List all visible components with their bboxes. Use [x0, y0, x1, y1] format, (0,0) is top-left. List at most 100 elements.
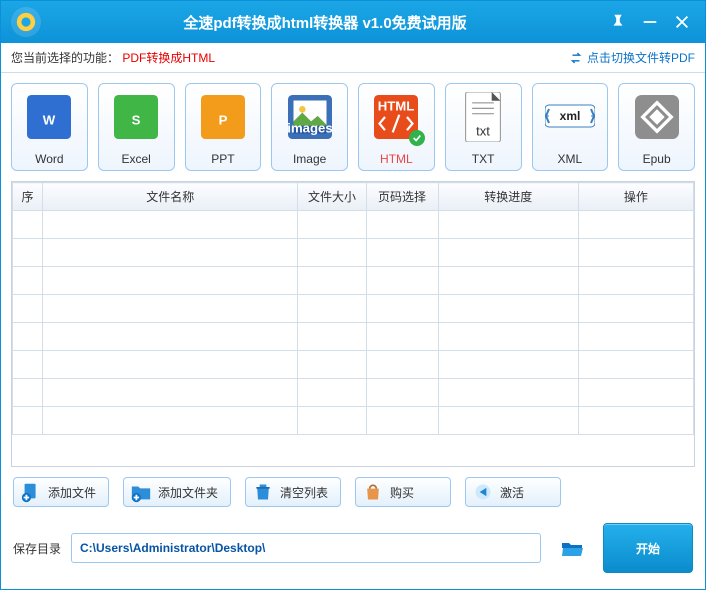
table-cell [13, 267, 43, 295]
svg-text:txt: txt [476, 123, 490, 138]
table-cell [438, 379, 578, 407]
table-cell [13, 295, 43, 323]
buy-label: 购买 [390, 484, 414, 501]
table-cell [366, 323, 438, 351]
table-cell [578, 351, 693, 379]
table-cell [298, 239, 366, 267]
format-tile-txt[interactable]: txt TXT [445, 83, 522, 171]
switch-mode-label: 点击切换文件转PDF [587, 49, 695, 66]
table-cell [298, 407, 366, 435]
table-cell [13, 211, 43, 239]
table-cell [578, 295, 693, 323]
save-path-value: C:\Users\Administrator\Desktop\ [80, 541, 265, 555]
table-cell [438, 211, 578, 239]
add-folder-label: 添加文件夹 [158, 484, 218, 501]
table-cell [578, 267, 693, 295]
excel-icon: S [109, 90, 163, 144]
table-cell [438, 351, 578, 379]
col-header: 操作 [578, 183, 693, 211]
table-cell [438, 267, 578, 295]
close-icon[interactable] [673, 13, 691, 31]
format-tile-excel[interactable]: S Excel [98, 83, 175, 171]
table-cell [578, 379, 693, 407]
activate-label: 激活 [500, 484, 524, 501]
table-cell [366, 267, 438, 295]
table-cell [43, 211, 298, 239]
current-function: 您当前选择的功能： PDF转换成HTML [11, 49, 215, 66]
minimize-icon[interactable] [641, 13, 659, 31]
table-cell [298, 267, 366, 295]
col-header: 文件大小 [298, 183, 366, 211]
clear-list-button[interactable]: 清空列表 [245, 477, 341, 507]
table-cell [13, 323, 43, 351]
table-cell [366, 351, 438, 379]
col-header: 文件名称 [43, 183, 298, 211]
table-row [13, 295, 694, 323]
table-cell [43, 295, 298, 323]
add-folder-icon [130, 481, 152, 503]
window-title: 全速pdf转换成html转换器 v1.0免费试用版 [41, 12, 609, 33]
format-label: HTML [380, 152, 413, 166]
add-file-button[interactable]: 添加文件 [13, 477, 109, 507]
trash-icon [252, 481, 274, 503]
table-cell [13, 239, 43, 267]
start-button[interactable]: 开始 [603, 523, 693, 573]
col-header: 序 [13, 183, 43, 211]
table-cell [43, 267, 298, 295]
svg-text:xml: xml [560, 109, 581, 123]
add-file-icon [20, 481, 42, 503]
format-tile-epub[interactable]: Epub [618, 83, 695, 171]
format-tile-html[interactable]: HTML HTML [358, 83, 435, 171]
svg-text:S: S [132, 113, 141, 128]
format-label: PPT [211, 152, 234, 166]
table-cell [13, 407, 43, 435]
table-cell [298, 351, 366, 379]
table-cell [438, 323, 578, 351]
svg-text:HTML: HTML [378, 98, 415, 113]
table-cell [298, 295, 366, 323]
table-row [13, 211, 694, 239]
table-cell [43, 239, 298, 267]
svg-text:P: P [218, 113, 227, 128]
txt-icon: txt [456, 90, 510, 144]
window-controls [609, 13, 691, 31]
table-cell [366, 211, 438, 239]
save-row: 保存目录 C:\Users\Administrator\Desktop\ 开始 [1, 513, 705, 589]
buy-button[interactable]: 购买 [355, 477, 451, 507]
word-icon: W [22, 90, 76, 144]
col-header: 转换进度 [438, 183, 578, 211]
format-tile-image[interactable]: imagesImage [271, 83, 348, 171]
pin-icon[interactable] [609, 13, 627, 31]
activate-button[interactable]: 激活 [465, 477, 561, 507]
format-label: XML [558, 152, 583, 166]
table-cell [578, 407, 693, 435]
format-label: TXT [472, 152, 495, 166]
start-label: 开始 [636, 540, 660, 557]
table-cell [43, 379, 298, 407]
function-bar: 您当前选择的功能： PDF转换成HTML 点击切换文件转PDF [1, 43, 705, 73]
add-file-label: 添加文件 [48, 484, 96, 501]
table-cell [13, 351, 43, 379]
format-tile-xml[interactable]: xml XML [532, 83, 609, 171]
format-tile-word[interactable]: W Word [11, 83, 88, 171]
file-table: 序文件名称文件大小页码选择转换进度操作 [11, 181, 695, 467]
current-function-name: PDF转换成HTML [122, 51, 215, 65]
col-header: 页码选择 [366, 183, 438, 211]
table-cell [438, 407, 578, 435]
format-label: Excel [121, 152, 150, 166]
epub-icon [630, 90, 684, 144]
table-row [13, 323, 694, 351]
format-label: Word [35, 152, 63, 166]
browse-button[interactable] [551, 534, 593, 562]
titlebar: 全速pdf转换成html转换器 v1.0免费试用版 [1, 1, 705, 43]
swap-icon [569, 51, 583, 65]
switch-mode-link[interactable]: 点击切换文件转PDF [569, 49, 695, 66]
save-path-input[interactable]: C:\Users\Administrator\Desktop\ [71, 533, 541, 563]
table-cell [13, 379, 43, 407]
format-tile-ppt[interactable]: P PPT [185, 83, 262, 171]
folder-open-icon [556, 536, 588, 560]
table-cell [578, 211, 693, 239]
table-cell [438, 295, 578, 323]
add-folder-button[interactable]: 添加文件夹 [123, 477, 231, 507]
table-cell [366, 379, 438, 407]
